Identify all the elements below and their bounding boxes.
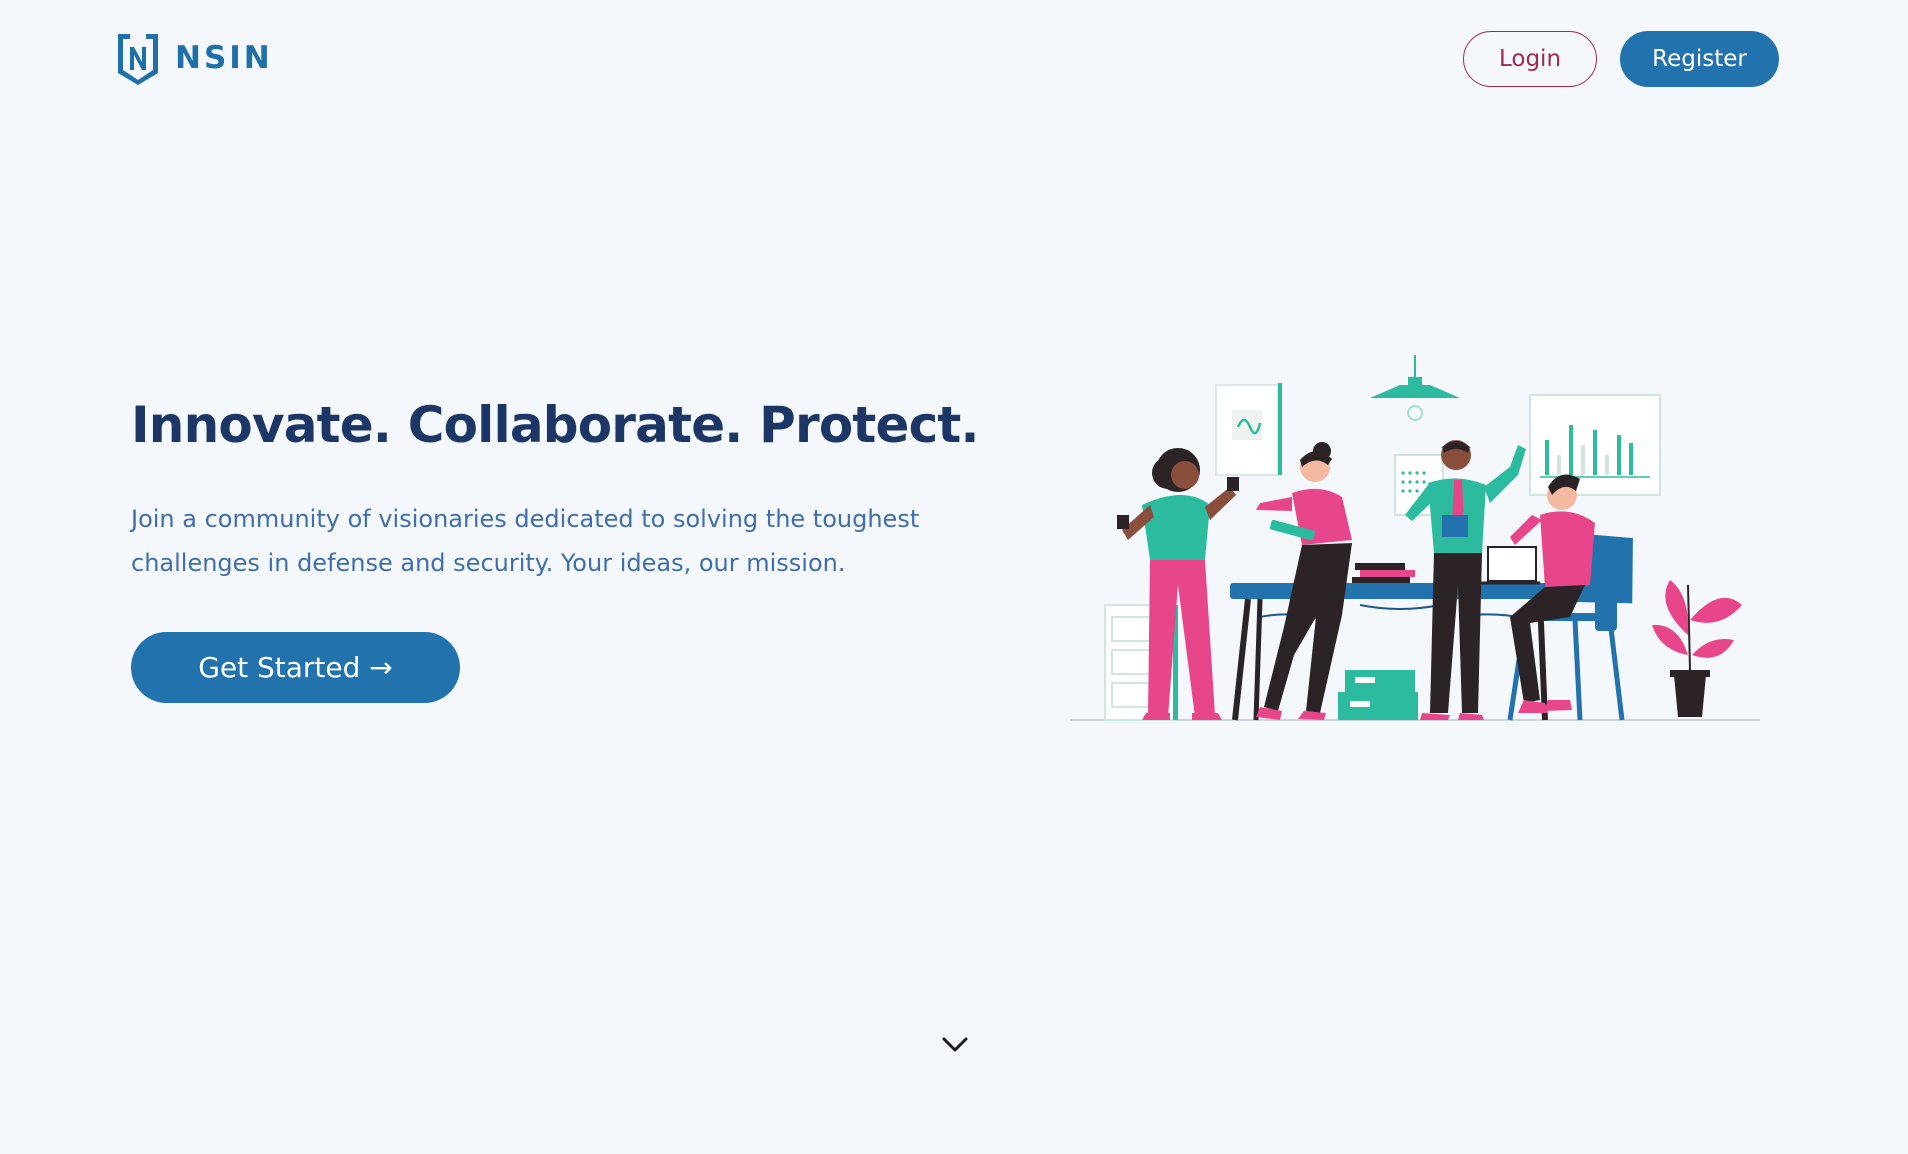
chevron-down-icon[interactable] bbox=[940, 1032, 970, 1056]
wall-frame bbox=[1215, 383, 1282, 476]
potted-plant bbox=[1652, 580, 1742, 717]
top-navbar: NSIN Login Register bbox=[0, 0, 1908, 120]
hero-subtitle: Join a community of visionaries dedicate… bbox=[131, 505, 920, 577]
hero-title: Innovate. Collaborate. Protect. bbox=[131, 396, 980, 454]
nsin-logo[interactable]: NSIN bbox=[115, 30, 273, 86]
book-stack bbox=[1352, 563, 1415, 583]
logo-text: NSIN bbox=[175, 40, 273, 76]
nsin-shield-logo-icon bbox=[118, 34, 158, 85]
laptop bbox=[1480, 546, 1540, 585]
storage-boxes bbox=[1338, 670, 1418, 720]
wall-chart bbox=[1529, 394, 1661, 496]
person-woman-tablet bbox=[1256, 442, 1352, 720]
ceiling-lamp bbox=[1370, 355, 1460, 421]
login-button[interactable]: Login bbox=[1463, 31, 1597, 87]
get-started-button[interactable]: Get Started → bbox=[131, 632, 460, 703]
register-button[interactable]: Register bbox=[1620, 31, 1779, 87]
team-collaboration-illustration bbox=[1070, 355, 1760, 721]
